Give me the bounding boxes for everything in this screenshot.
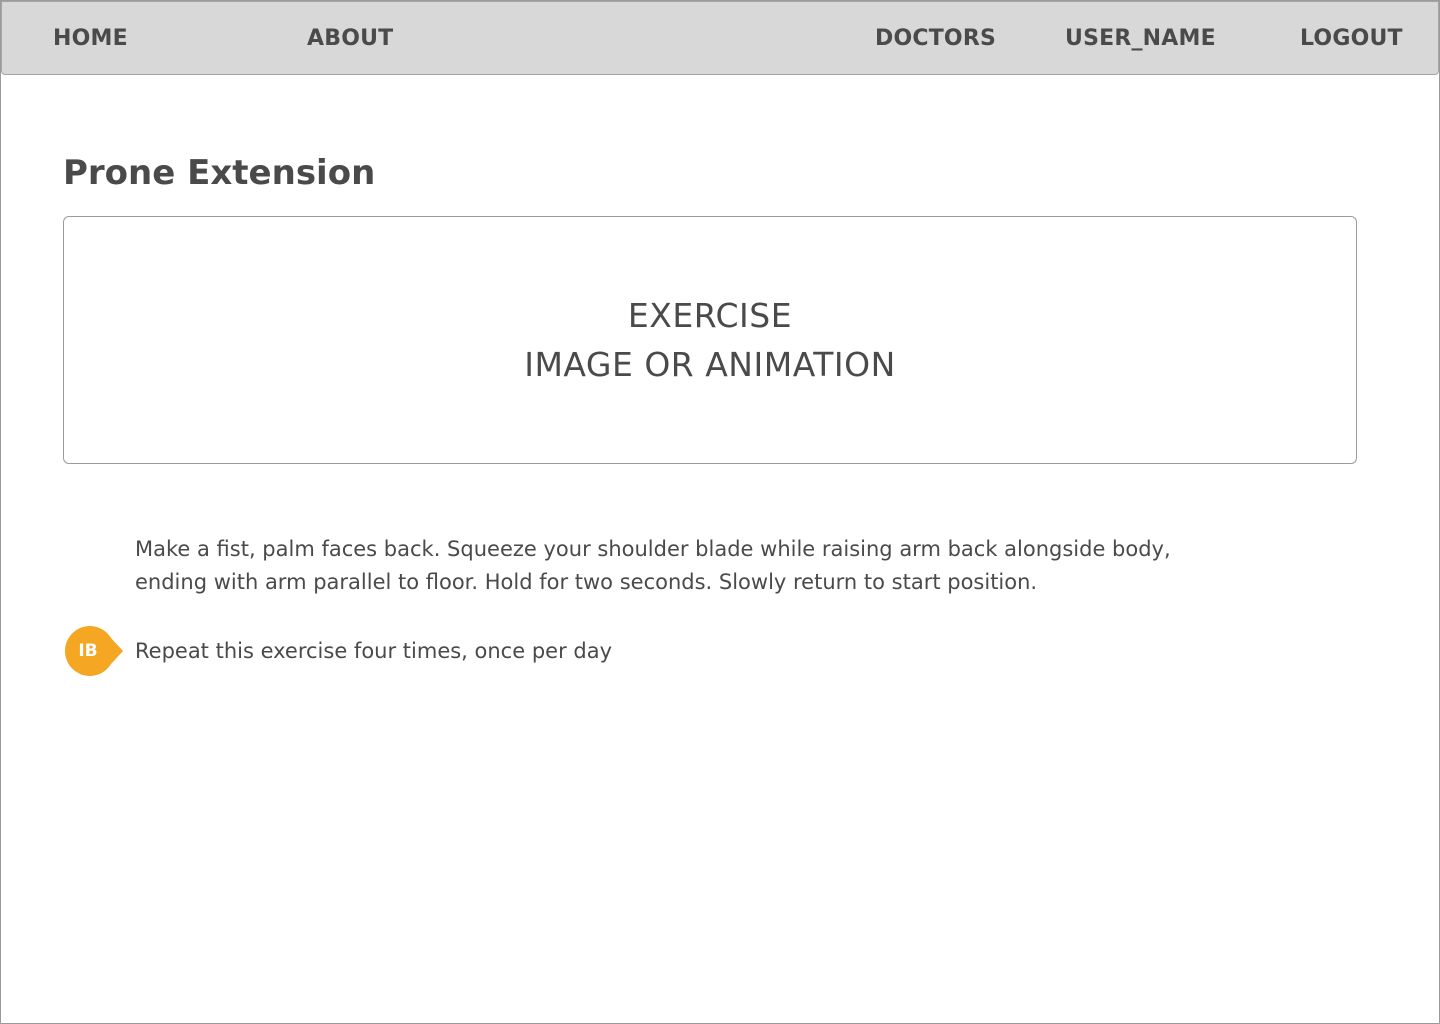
repeat-note: IB Repeat this exercise four times, once… bbox=[63, 624, 612, 678]
badge-initials: IB bbox=[78, 641, 98, 661]
exercise-media-placeholder: EXERCISE IMAGE OR ANIMATION bbox=[63, 216, 1357, 464]
page-frame: HOME ABOUT DOCTORS USER_NAME LOGOUT Pron… bbox=[0, 0, 1440, 1024]
nav-user-name-link[interactable]: USER_NAME bbox=[1065, 2, 1216, 76]
media-placeholder-line-2: IMAGE OR ANIMATION bbox=[524, 345, 896, 384]
nav-home-link[interactable]: HOME bbox=[53, 2, 128, 76]
repeat-instruction: Repeat this exercise four times, once pe… bbox=[135, 639, 613, 663]
initials-badge: IB bbox=[63, 624, 123, 678]
page-title: Prone Extension bbox=[63, 153, 376, 193]
nav-about-link[interactable]: ABOUT bbox=[307, 2, 393, 76]
top-navbar: HOME ABOUT DOCTORS USER_NAME LOGOUT bbox=[1, 1, 1439, 75]
nav-doctors-link[interactable]: DOCTORS bbox=[875, 2, 996, 76]
media-placeholder-line-1: EXERCISE bbox=[627, 296, 793, 335]
exercise-description: Make a fist, palm faces back. Squeeze yo… bbox=[135, 537, 1171, 594]
nav-logout-link[interactable]: LOGOUT bbox=[1300, 2, 1403, 76]
